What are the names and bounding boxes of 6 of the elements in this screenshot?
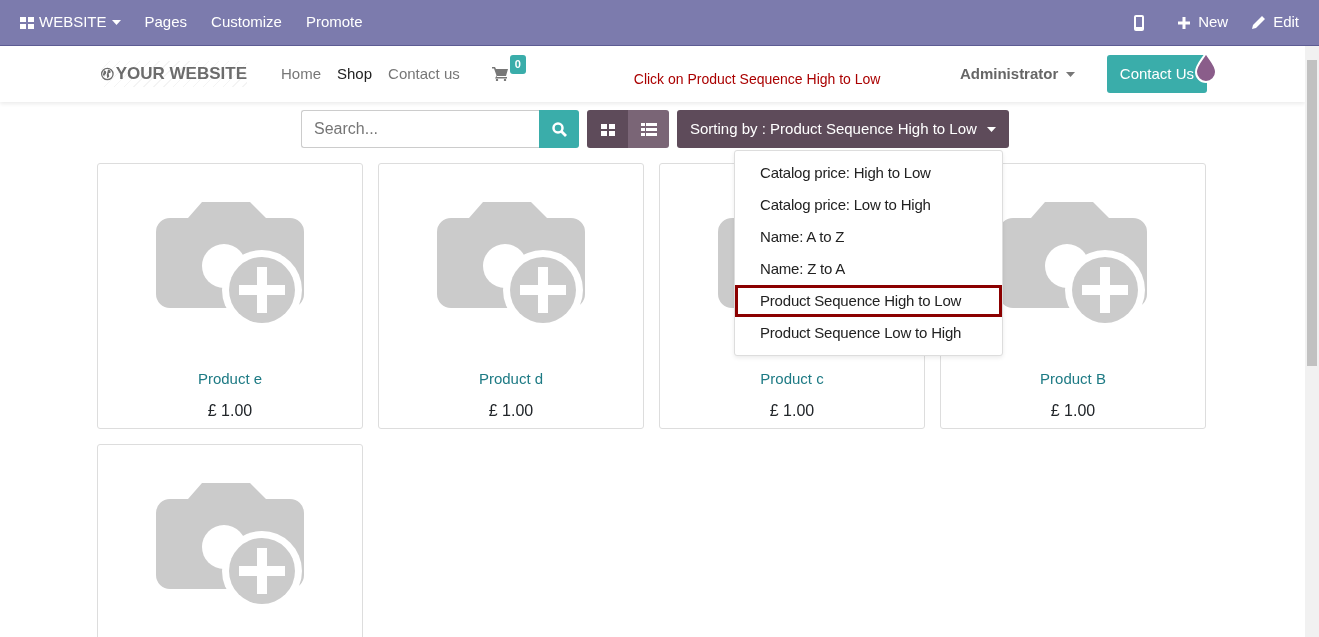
instruction-annotation: Click on Product Sequence High to Low	[633, 69, 881, 89]
product-price: £ 1.00	[207, 400, 253, 421]
product-price: £ 1.00	[1050, 400, 1096, 421]
product-price: £ 1.00	[769, 400, 815, 421]
cart-count-badge: 0	[509, 55, 526, 74]
product-price: £ 1.00	[488, 400, 534, 421]
